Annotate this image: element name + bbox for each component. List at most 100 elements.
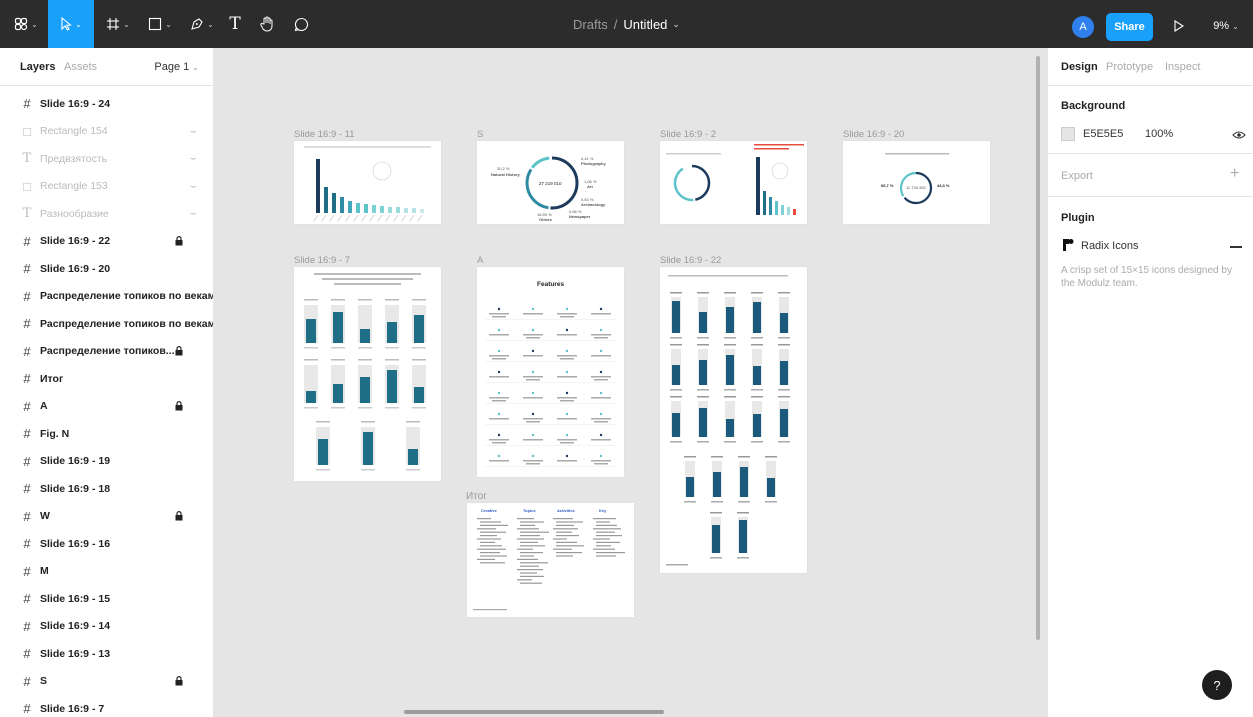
main-menu-button[interactable]: ⌄	[8, 0, 44, 48]
layer-row[interactable]: # Fig. N	[0, 420, 213, 447]
breadcrumb-drafts[interactable]: Drafts	[573, 17, 608, 32]
layer-row[interactable]: T Предвзятость ⌣	[0, 145, 213, 172]
comment-tool[interactable]	[288, 0, 314, 48]
add-export-icon[interactable]: +	[1230, 165, 1239, 183]
thumbnail-shape	[385, 359, 399, 361]
lock-icon[interactable]	[175, 235, 183, 246]
background-swatch[interactable]	[1061, 127, 1075, 141]
layer-row[interactable]: # Slide 16:9 - 22	[0, 228, 213, 255]
donut-label: Photography	[581, 161, 606, 166]
frame-label[interactable]: Итог	[466, 491, 487, 502]
tab-layers[interactable]: Layers	[20, 61, 55, 73]
hidden-eye-icon[interactable]: ⌣	[190, 153, 197, 164]
hidden-eye-icon[interactable]: ⌣	[190, 181, 197, 192]
thumbnail-shape	[489, 397, 509, 399]
move-tool[interactable]: ⌄	[48, 0, 94, 48]
layer-row[interactable]: # Slide 16:9 - 18	[0, 475, 213, 502]
remove-plugin-icon[interactable]	[1230, 246, 1242, 248]
layer-row[interactable]: # Slide 16:9 - 24	[0, 90, 213, 117]
frame-label[interactable]: Slide 16:9 - 2	[660, 129, 716, 140]
frame-a[interactable]: Features	[477, 267, 624, 477]
feature-dot	[531, 433, 535, 437]
thumbnail-shape	[778, 396, 790, 398]
shape-tool[interactable]: ⌄	[140, 0, 180, 48]
help-button[interactable]: ?	[1202, 670, 1232, 700]
frame-slide-20[interactable]: 11 734 492 66,7 % 44,3 %	[843, 141, 990, 224]
frame-itog[interactable]: Creative Topics Activities Key	[467, 503, 634, 617]
thumbnail-shape	[520, 541, 538, 543]
hidden-eye-icon[interactable]: ⌣	[190, 208, 197, 219]
layer-row[interactable]: # W	[0, 503, 213, 530]
background-opacity[interactable]: 100%	[1145, 128, 1173, 140]
frame-label[interactable]: S	[477, 129, 483, 140]
layer-row[interactable]: # M	[0, 558, 213, 585]
zoom-menu[interactable]: 9% ⌄	[1206, 14, 1246, 38]
chevron-down-icon[interactable]: ⌄	[672, 19, 680, 30]
lock-icon[interactable]	[175, 675, 183, 686]
thumbnail-shape	[517, 518, 534, 520]
frame-slide-11[interactable]	[294, 141, 441, 224]
layer-row[interactable]: # A	[0, 393, 213, 420]
thumbnail-shape	[523, 439, 543, 441]
layer-row[interactable]: □ Rectangle 154 ⌣	[0, 118, 213, 145]
layer-row[interactable]: # Slide 16:9 - 19	[0, 448, 213, 475]
layer-row[interactable]: # Slide 16:9 - 16	[0, 530, 213, 557]
layer-row[interactable]: T Разнообразие ⌣	[0, 200, 213, 227]
plugin-name[interactable]: Radix Icons	[1081, 240, 1138, 252]
thumbnail-shape	[672, 413, 680, 437]
thumbnail-shape	[477, 518, 491, 520]
lock-icon[interactable]	[175, 510, 183, 521]
eye-icon[interactable]	[1232, 130, 1246, 140]
thumbnail-shape	[520, 575, 544, 577]
tab-prototype[interactable]: Prototype	[1106, 61, 1153, 73]
frame-label[interactable]: Slide 16:9 - 11	[294, 129, 355, 140]
layer-name: Slide 16:9 - 7	[40, 702, 105, 715]
layer-row[interactable]: # S	[0, 668, 213, 695]
canvas[interactable]: Slide 16:9 - 11 S 27 219 010 30,2 % Natu…	[214, 48, 1047, 717]
frame-label[interactable]: Slide 16:9 - 20	[843, 129, 904, 140]
feature-dot	[599, 454, 603, 458]
lock-icon[interactable]	[175, 345, 183, 356]
layer-row[interactable]: # Распределение топиков по векам	[0, 283, 213, 310]
layer-row[interactable]: # Slide 16:9 - 14	[0, 613, 213, 640]
frame-s[interactable]: 27 219 010 30,2 % Natural History 0,41 %…	[477, 141, 624, 224]
layer-row[interactable]: # Slide 16:9 - 7	[0, 695, 213, 717]
layer-row[interactable]: # Распределение топиков по векам	[0, 310, 213, 337]
frame-slide-2[interactable]	[660, 141, 807, 224]
file-name[interactable]: Untitled	[623, 17, 667, 32]
layer-row[interactable]: # Slide 16:9 - 13	[0, 640, 213, 667]
thumbnail-shape	[697, 389, 709, 391]
tab-inspect[interactable]: Inspect	[1165, 61, 1200, 73]
thumbnail-shape	[492, 442, 506, 444]
thumbnail-shape	[304, 359, 318, 361]
pen-tool[interactable]: ⌄	[182, 0, 222, 48]
hand-tool[interactable]	[254, 0, 280, 48]
layer-name: Slide 16:9 - 14	[40, 620, 111, 632]
share-button[interactable]: Share	[1106, 13, 1153, 41]
frame-label[interactable]: Slide 16:9 - 22	[660, 255, 721, 266]
frame-slide-22[interactable]	[660, 267, 807, 573]
layer-row[interactable]: # Slide 16:9 - 20	[0, 255, 213, 282]
horizontal-scrollbar[interactable]	[404, 710, 664, 714]
layer-row[interactable]: □ Rectangle 153 ⌣	[0, 173, 213, 200]
thumbnail-shape	[557, 460, 577, 462]
thumbnail-shape	[560, 316, 574, 318]
tab-design[interactable]: Design	[1061, 61, 1098, 73]
avatar[interactable]: A	[1072, 16, 1094, 38]
lock-icon[interactable]	[175, 400, 183, 411]
frame-slide-7[interactable]	[294, 267, 441, 481]
tab-assets[interactable]: Assets	[64, 61, 97, 73]
page-selector[interactable]: Page 1 ⌄	[154, 61, 199, 73]
present-button[interactable]	[1170, 14, 1188, 38]
background-hex[interactable]: E5E5E5	[1083, 128, 1123, 140]
text-tool[interactable]: T	[224, 0, 246, 48]
vertical-scrollbar[interactable]	[1036, 56, 1040, 640]
frame-label[interactable]: Slide 16:9 - 7	[294, 255, 350, 266]
layer-row[interactable]: # Распределение топиков...	[0, 338, 213, 365]
layer-row[interactable]: # Slide 16:9 - 15	[0, 585, 213, 612]
frame-label[interactable]: A	[477, 255, 483, 266]
hidden-eye-icon[interactable]: ⌣	[190, 126, 197, 137]
frame-tool[interactable]: ⌄	[98, 0, 138, 48]
layer-row[interactable]: # Итог	[0, 365, 213, 392]
thumbnail-shape	[480, 545, 502, 547]
